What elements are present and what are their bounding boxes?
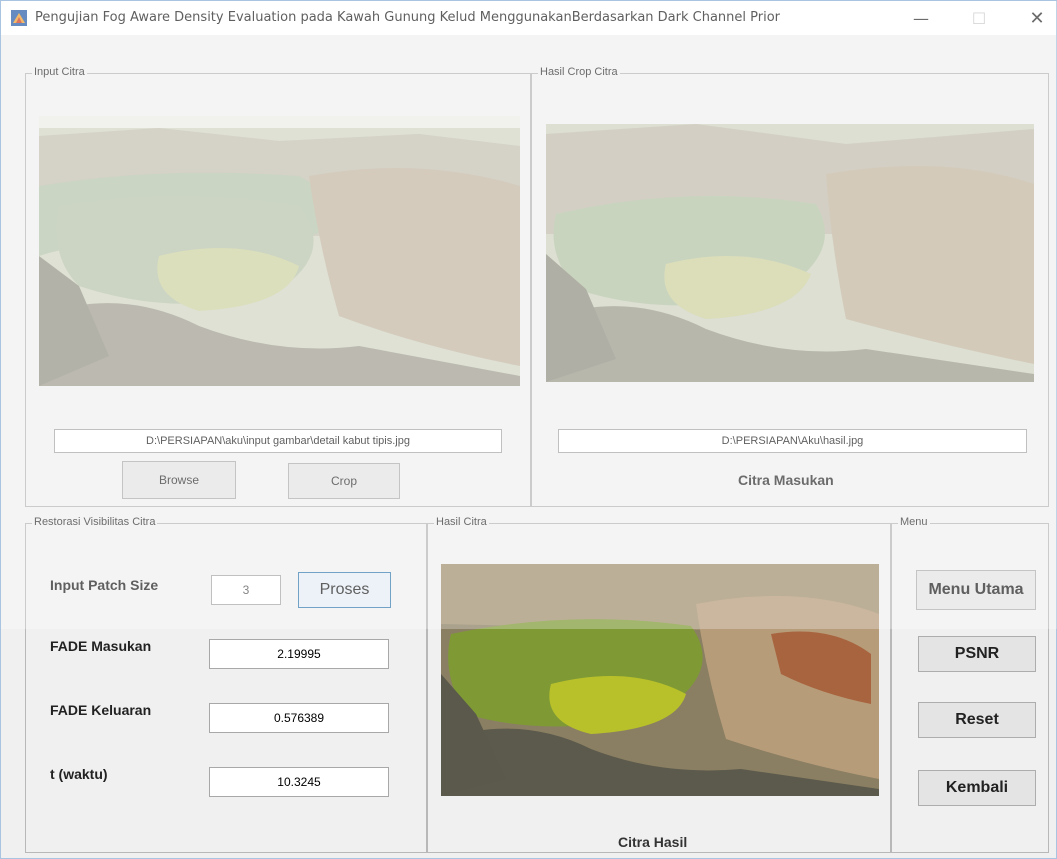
browse-button[interactable]: Browse: [122, 461, 236, 499]
proses-label: Proses: [319, 581, 370, 598]
hasil-crop-panel: Hasil Crop Citra D:\PERSIAPAN\Aku\hasil.…: [531, 66, 1049, 507]
input-citra-panel: Input Citra D:\PERSIAPAN\aku\input gamba…: [25, 66, 531, 507]
fade-masukan-value: 2.19995: [277, 647, 321, 661]
cropped-image: [546, 124, 1034, 382]
restorasi-title: Restorasi Visibilitas Citra: [32, 516, 158, 528]
citra-masukan-caption: Citra Masukan: [738, 472, 834, 488]
maximize-button[interactable]: ☐: [956, 1, 1002, 35]
patch-size-value: 3: [242, 583, 250, 597]
fade-keluaran-label: FADE Keluaran: [50, 702, 152, 718]
psnr-button[interactable]: PSNR: [918, 636, 1036, 672]
citra-hasil-caption: Citra Hasil: [618, 834, 688, 850]
fade-masukan-field[interactable]: 2.19995: [209, 639, 389, 669]
menu-utama-button[interactable]: Menu Utama: [916, 570, 1036, 610]
crop-path-text: D:\PERSIAPAN\Aku\hasil.jpg: [721, 435, 864, 447]
hasil-citra-title: Hasil Citra: [434, 516, 489, 528]
result-image: [441, 564, 879, 796]
input-path-field[interactable]: D:\PERSIAPAN\aku\input gambar\detail kab…: [54, 429, 502, 453]
patch-size-input[interactable]: 3: [211, 575, 281, 605]
waktu-field[interactable]: 10.3245: [209, 767, 389, 797]
fade-masukan-label: FADE Masukan: [50, 638, 152, 654]
app-window: Pengujian Fog Aware Density Evaluation p…: [0, 0, 1057, 859]
patch-size-label: Input Patch Size: [50, 577, 159, 593]
waktu-label: t (waktu): [50, 766, 108, 782]
fade-keluaran-field[interactable]: 0.576389: [209, 703, 389, 733]
hasil-citra-panel: Hasil Citra Citra Hasil: [427, 516, 891, 853]
restorasi-panel: Restorasi Visibilitas Citra Input Patch …: [25, 516, 427, 853]
minimize-button[interactable]: —: [898, 1, 944, 35]
title-bar: Pengujian Fog Aware Density Evaluation p…: [1, 1, 1056, 35]
input-path-text: D:\PERSIAPAN\aku\input gambar\detail kab…: [146, 435, 410, 447]
menu-title: Menu: [898, 516, 930, 528]
proses-button[interactable]: Proses: [298, 572, 391, 608]
menu-panel: Menu Menu Utama PSNR Reset Kembali: [891, 516, 1049, 853]
input-citra-title: Input Citra: [32, 66, 87, 78]
kembali-button[interactable]: Kembali: [918, 770, 1036, 806]
waktu-value: 10.3245: [277, 775, 321, 789]
crop-button[interactable]: Crop: [288, 463, 400, 499]
input-image: [39, 116, 520, 386]
close-button[interactable]: ✕: [1014, 1, 1057, 35]
window-title: Pengujian Fog Aware Density Evaluation p…: [35, 10, 781, 25]
hasil-crop-title: Hasil Crop Citra: [538, 66, 620, 78]
reset-button[interactable]: Reset: [918, 702, 1036, 738]
crop-path-field[interactable]: D:\PERSIAPAN\Aku\hasil.jpg: [558, 429, 1027, 453]
matlab-app-icon: [11, 10, 27, 26]
fade-keluaran-value: 0.576389: [273, 711, 325, 725]
